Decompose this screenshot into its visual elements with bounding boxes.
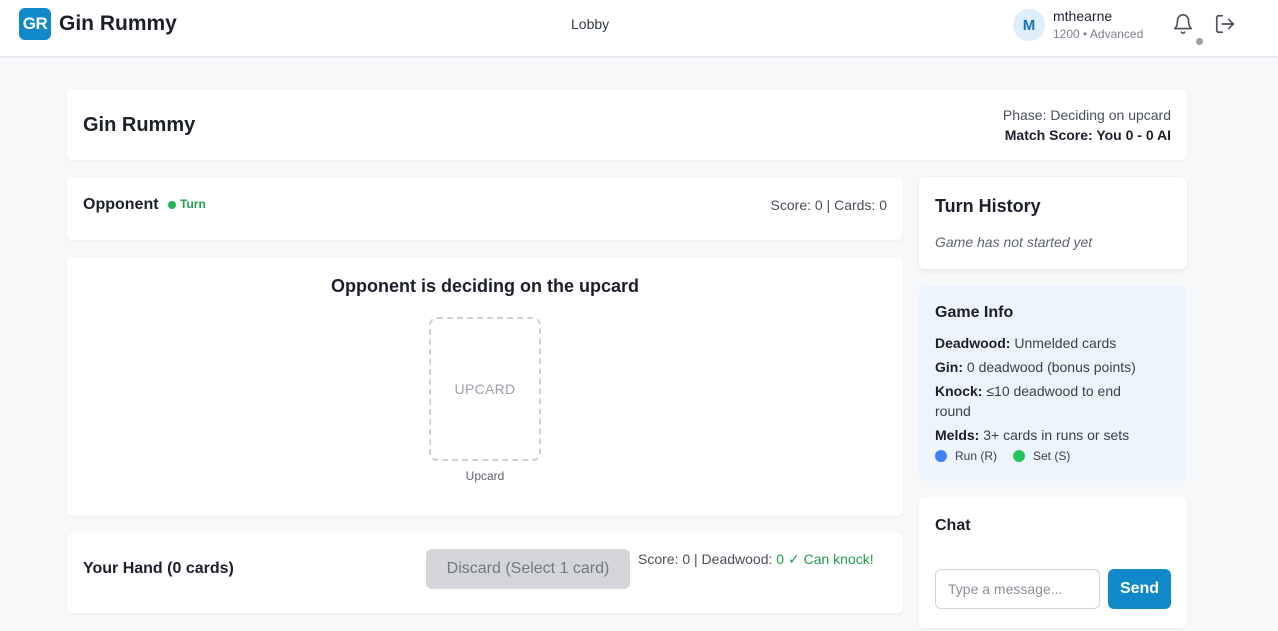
info-term: Gin: xyxy=(935,359,963,375)
upcard-caption: Upcard xyxy=(465,469,505,483)
opponent-panel: Opponent Turn Score: 0 | Cards: 0 xyxy=(67,177,903,240)
game-info-panel: Game Info Deadwood: Unmelded cards Gin: … xyxy=(919,286,1187,481)
logo-badge[interactable]: GR xyxy=(19,8,51,40)
table-area: Opponent is deciding on the upcard UPCAR… xyxy=(67,257,903,516)
game-info-title: Game Info xyxy=(935,304,1014,321)
turn-history-title: Turn History xyxy=(935,196,1041,216)
turn-history-panel: Turn History Game has not started yet xyxy=(919,177,1187,269)
logout-icon[interactable] xyxy=(1214,13,1236,35)
info-melds: Melds: 3+ cards in runs or sets xyxy=(935,425,1175,445)
hand-title: Your Hand (0 cards) xyxy=(83,560,234,577)
run-legend-label: Run (R) xyxy=(955,449,998,463)
turn-history-empty: Game has not started yet xyxy=(935,234,1093,250)
info-term: Knock: xyxy=(935,383,983,399)
hand-panel: Your Hand (0 cards) Discard (Select 1 ca… xyxy=(67,533,903,613)
hand-stats: Score: 0 | Deadwood: 0 ✓ Can knock! xyxy=(638,551,874,568)
info-term: Deadwood: xyxy=(935,335,1011,351)
phase-text: Phase: Deciding on upcard xyxy=(1002,107,1171,123)
info-term: Melds: xyxy=(935,427,980,443)
top-navbar: GR Gin Rummy Lobby M mthearne 1200 • Adv… xyxy=(0,0,1278,57)
run-legend-dot xyxy=(935,450,947,462)
user-rating: 1200 • Advanced xyxy=(1053,27,1144,41)
game-title: Gin Rummy xyxy=(83,114,196,136)
opponent-label: Opponent xyxy=(83,196,159,213)
set-legend-dot xyxy=(1013,450,1025,462)
info-deadwood: Deadwood: Unmelded cards xyxy=(935,333,1175,353)
notification-dot xyxy=(1196,38,1203,45)
avatar[interactable]: M xyxy=(1013,9,1045,41)
brand-title[interactable]: Gin Rummy xyxy=(59,12,177,36)
table-status: Opponent is deciding on the upcard xyxy=(330,276,639,296)
info-desc: 3+ cards in runs or sets xyxy=(979,427,1130,443)
knock-status: 0 ✓ Can knock! xyxy=(776,551,874,567)
nav-lobby-link[interactable]: Lobby xyxy=(571,16,609,32)
send-button[interactable]: Send xyxy=(1108,569,1171,609)
chat-title: Chat xyxy=(935,517,971,534)
chat-input[interactable] xyxy=(935,569,1100,609)
hand-stats-label: Score: 0 | Deadwood: xyxy=(638,551,777,567)
chat-panel: Chat Send xyxy=(919,498,1187,628)
turn-indicator-dot xyxy=(168,201,176,209)
upcard-slot[interactable]: UPCARD xyxy=(429,317,541,461)
username: mthearne xyxy=(1053,8,1113,24)
discard-button[interactable]: Discard (Select 1 card) xyxy=(426,549,630,589)
bell-icon[interactable] xyxy=(1172,13,1194,35)
opponent-stats: Score: 0 | Cards: 0 xyxy=(770,197,887,213)
game-header-card: Gin Rummy Phase: Deciding on upcard Matc… xyxy=(67,89,1187,160)
info-knock: Knock: ≤10 deadwood to end round xyxy=(935,381,1145,421)
info-gin: Gin: 0 deadwood (bonus points) xyxy=(935,357,1175,377)
info-desc: 0 deadwood (bonus points) xyxy=(963,359,1136,375)
match-score: Match Score: You 0 - 0 AI xyxy=(1004,127,1171,143)
set-legend-label: Set (S) xyxy=(1033,449,1071,463)
info-desc: Unmelded cards xyxy=(1010,335,1117,351)
turn-indicator-label: Turn xyxy=(180,197,206,211)
